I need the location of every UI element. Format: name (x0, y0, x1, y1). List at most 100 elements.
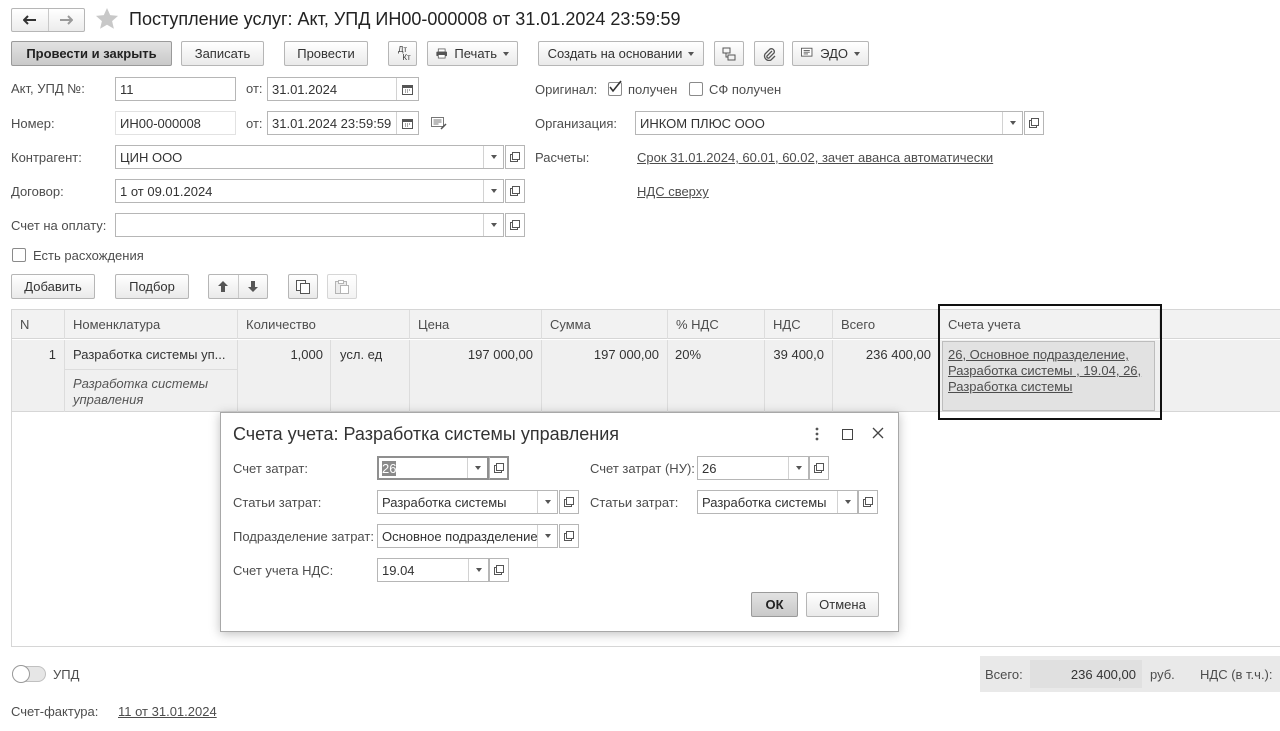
chevron-down-icon[interactable] (837, 491, 857, 513)
upd-toggle[interactable] (12, 665, 46, 683)
move-down-button[interactable] (239, 275, 268, 298)
open-vat-account-button[interactable] (489, 558, 509, 582)
maximize-icon[interactable] (842, 428, 853, 443)
organization-value: ИНКОМ ПЛЮС ООО (640, 115, 765, 131)
number-date-input[interactable]: 31.01.2024 23:59:59 (267, 111, 419, 135)
post-and-close-button[interactable]: Провести и закрыть (11, 41, 172, 66)
chevron-down-icon[interactable] (788, 457, 808, 479)
chevron-down-icon[interactable] (468, 559, 488, 581)
cost-account-nu-input[interactable]: 26 (697, 456, 809, 480)
ok-button[interactable]: ОК (751, 592, 798, 617)
edo-button[interactable]: ЭДО (792, 41, 869, 66)
post-button[interactable]: Провести (284, 41, 368, 66)
accounts-link-line-3[interactable]: Разработка системы (948, 379, 1154, 395)
add-row-button[interactable]: Добавить (11, 274, 95, 299)
save-button[interactable]: Записать (181, 41, 264, 66)
open-organization-button[interactable] (1024, 111, 1044, 135)
original-received-checkbox[interactable] (608, 80, 622, 96)
division-label: Подразделение затрат: (233, 529, 374, 544)
settlements-link[interactable]: Срок 31.01.2024, 60.01, 60.02, зачет ава… (637, 150, 993, 165)
print-label: Печать (454, 46, 497, 61)
open-cost-account-button[interactable] (489, 456, 509, 480)
create-based-on-label: Создать на основании (547, 46, 683, 61)
cell-price[interactable]: 197 000,00 (409, 347, 533, 362)
organization-input[interactable]: ИНКОМ ПЛЮС ООО (635, 111, 1023, 135)
accounts-link-line-2[interactable]: Разработка системы , 19.04, 26, (948, 363, 1154, 379)
create-based-on-button[interactable]: Создать на основании (538, 41, 704, 66)
attach-button[interactable] (754, 41, 784, 66)
open-cost-items-button[interactable] (559, 490, 579, 514)
division-input[interactable]: Основное подразделение (377, 524, 558, 548)
print-button[interactable]: Печать (427, 41, 518, 66)
column-header-price[interactable]: Цена (409, 310, 541, 339)
structure-button[interactable] (714, 41, 744, 66)
comment-icon[interactable] (431, 117, 447, 133)
forward-button[interactable] (49, 9, 85, 31)
paste-row-button[interactable] (327, 274, 357, 299)
accounts-link-line-1[interactable]: 26, Основное подразделение, (948, 347, 1154, 363)
invoice-pay-input[interactable] (115, 213, 504, 237)
column-header-vat-rate[interactable]: % НДС (667, 310, 764, 339)
column-header-total[interactable]: Всего (832, 310, 939, 339)
cost-account-value: 26 (382, 460, 397, 476)
act-date-input[interactable]: 31.01.2024 (267, 77, 419, 101)
calendar-icon[interactable] (396, 78, 418, 100)
open-counterparty-button[interactable] (505, 145, 525, 169)
invoice-link[interactable]: 11 от 31.01.2024 (118, 704, 217, 719)
counterparty-input[interactable]: ЦИН ООО (115, 145, 504, 169)
cost-account-input[interactable]: 26 (377, 456, 489, 480)
cost-items-nu-input[interactable]: Разработка системы (697, 490, 858, 514)
dtkt-button[interactable]: Дт Кт (388, 41, 417, 66)
contract-input[interactable]: 1 от 09.01.2024 (115, 179, 504, 203)
column-header-n[interactable]: N (12, 310, 64, 339)
calendar-icon[interactable] (396, 112, 418, 134)
cell-sum[interactable]: 197 000,00 (541, 347, 659, 362)
vat-account-label: Счет учета НДС: (233, 563, 334, 578)
discrepancy-checkbox[interactable] (12, 248, 26, 262)
open-division-button[interactable] (559, 524, 579, 548)
paperclip-icon (763, 47, 776, 61)
chevron-down-icon[interactable] (1002, 112, 1022, 134)
cell-accounts[interactable]: 26, Основное подразделение, Разработка с… (942, 341, 1155, 411)
open-invoice-pay-button[interactable] (505, 213, 525, 237)
cell-total[interactable]: 236 400,00 (832, 347, 931, 362)
cell-unit[interactable]: усл. ед (340, 347, 382, 362)
act-number-value: 11 (120, 81, 134, 97)
close-icon[interactable] (872, 427, 884, 442)
cell-quantity[interactable]: 1,000 (237, 347, 323, 362)
open-window-icon (863, 497, 873, 507)
move-up-button[interactable] (209, 275, 239, 298)
cost-items-input[interactable]: Разработка системы (377, 490, 558, 514)
more-icon[interactable] (815, 427, 819, 444)
column-header-vat[interactable]: НДС (764, 310, 832, 339)
chevron-down-icon[interactable] (483, 180, 503, 202)
open-cost-items-nu-button[interactable] (858, 490, 878, 514)
column-header-sum[interactable]: Сумма (541, 310, 667, 339)
dtkt-bottom-label: Кт (402, 52, 411, 62)
cell-vat[interactable]: 39 400,0 (764, 347, 824, 362)
arrow-right-icon (60, 15, 74, 25)
copy-row-button[interactable] (288, 274, 318, 299)
column-header-quantity[interactable]: Количество (237, 310, 409, 339)
chevron-down-icon[interactable] (537, 491, 557, 513)
pick-button[interactable]: Подбор (115, 274, 189, 299)
chevron-down-icon[interactable] (483, 214, 503, 236)
cell-vat-rate[interactable]: 20% (675, 347, 701, 362)
cancel-button[interactable]: Отмена (806, 592, 879, 617)
column-header-nomenclature[interactable]: Номенклатура (64, 310, 237, 339)
open-cost-account-nu-button[interactable] (809, 456, 829, 480)
upd-label: УПД (53, 667, 80, 682)
act-number-input[interactable]: 11 (115, 77, 236, 101)
favorite-star-icon[interactable] (95, 7, 119, 34)
vat-on-top-link[interactable]: НДС сверху (637, 184, 709, 199)
back-button[interactable] (12, 9, 49, 31)
open-contract-button[interactable] (505, 179, 525, 203)
chevron-down-icon[interactable] (537, 525, 557, 547)
sf-received-checkbox[interactable] (689, 82, 703, 96)
chevron-down-icon[interactable] (483, 146, 503, 168)
chevron-down-icon[interactable] (467, 458, 487, 478)
chevron-down-icon (854, 51, 860, 56)
cell-nomenclature[interactable]: Разработка системы уп... (73, 347, 225, 362)
cell-nomenclature-desc-2: управления (73, 392, 144, 407)
vat-account-input[interactable]: 19.04 (377, 558, 489, 582)
